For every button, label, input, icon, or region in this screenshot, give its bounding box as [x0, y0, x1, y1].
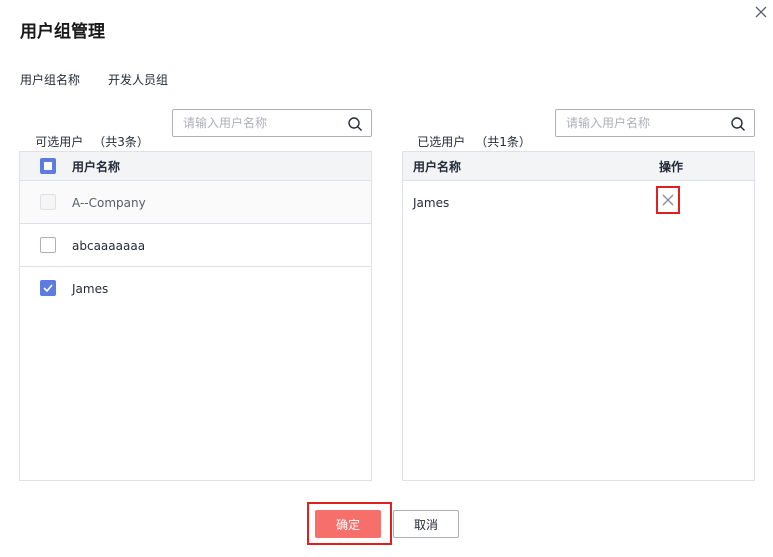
table-row: James — [403, 181, 754, 224]
cancel-button[interactable]: 取消 — [393, 510, 459, 538]
row-checkbox[interactable] — [40, 237, 56, 253]
row-checkbox[interactable] — [40, 280, 56, 296]
selected-users-label: 已选用户 — [417, 135, 466, 149]
available-users-count: （共3条） — [93, 135, 149, 149]
selected-search-input[interactable] — [556, 110, 724, 136]
table-row[interactable]: James — [20, 267, 371, 310]
row-username: James — [413, 196, 450, 210]
selected-users-table: 用户名称 操作 James — [402, 151, 755, 481]
search-icon[interactable] — [730, 116, 746, 132]
column-username: 用户名称 — [72, 160, 121, 174]
available-users-label: 可选用户 — [35, 135, 84, 149]
check-icon — [43, 284, 53, 292]
selected-table-header: 用户名称 操作 — [403, 152, 754, 181]
user-group-dialog: 用户组管理 用户组名称 开发人员组 可选用户 （共3条） 已选用户 （共1条） 用户… — [0, 0, 773, 557]
available-search-input[interactable] — [173, 110, 341, 136]
table-row: A--Company — [20, 181, 371, 224]
remove-user-button[interactable] — [656, 186, 680, 214]
column-action: 操作 — [659, 160, 684, 174]
search-icon[interactable] — [347, 116, 363, 132]
group-name-value: 开发人员组 — [108, 73, 169, 87]
close-icon[interactable] — [752, 3, 770, 21]
available-search-box — [172, 109, 372, 137]
table-row[interactable]: abcaaaaaaa — [20, 224, 371, 267]
confirm-button[interactable]: 确定 — [315, 510, 381, 538]
row-username: A--Company — [72, 196, 146, 210]
row-username: abcaaaaaaa — [72, 239, 146, 253]
select-all-checkbox[interactable] — [40, 158, 56, 174]
row-checkbox — [40, 194, 56, 210]
column-username: 用户名称 — [413, 160, 462, 174]
group-name-label: 用户组名称 — [20, 73, 81, 87]
remove-icon — [662, 194, 674, 206]
available-users-table: 用户名称 A--Company abcaaaaaaa James — [19, 151, 372, 481]
row-username: James — [72, 282, 109, 296]
available-table-header: 用户名称 — [20, 152, 371, 181]
selected-users-count: （共1条） — [475, 135, 531, 149]
selected-search-box — [555, 109, 755, 137]
dialog-title: 用户组管理 — [20, 22, 105, 42]
